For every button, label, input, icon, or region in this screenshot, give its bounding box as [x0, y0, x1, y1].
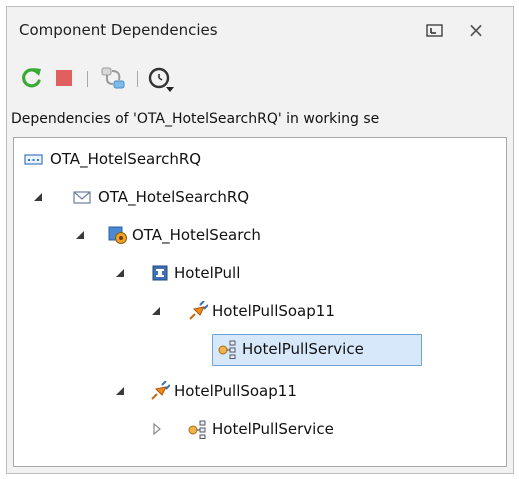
panel-title: Component Dependencies [19, 21, 218, 39]
tree-item-label: OTA_HotelSearchRQ [98, 188, 250, 206]
refresh-button[interactable] [19, 65, 45, 91]
toolbar-separator [87, 71, 88, 87]
history-dropdown-icon [148, 67, 174, 92]
tree-item-label: HotelPullService [242, 340, 364, 358]
dependencies-context-label: Dependencies of 'OTA_HotelSearchRQ' in w… [11, 111, 380, 127]
expanded-arrow-icon[interactable] [114, 376, 128, 406]
tree-item-selected[interactable]: HotelPullService [218, 334, 364, 364]
tree-item-label: OTA_HotelSearch [132, 226, 261, 244]
minimize-icon [426, 24, 443, 37]
close-button[interactable]: × [465, 17, 487, 43]
expanded-arrow-icon[interactable] [114, 258, 128, 288]
panel-toolbar [7, 53, 513, 103]
history-dropdown-button[interactable] [147, 65, 181, 92]
tree-item[interactable]: HotelPull [114, 258, 240, 288]
stop-icon [56, 70, 72, 86]
expanded-arrow-icon[interactable] [32, 182, 46, 212]
refresh-icon [22, 68, 41, 88]
operation-icon [108, 225, 128, 245]
tree-item-label: HotelPullSoap11 [174, 382, 297, 400]
message-icon [72, 187, 92, 207]
service-icon [188, 419, 208, 439]
binding-icon [188, 300, 209, 321]
link-dependency-icon [101, 67, 125, 89]
service-icon [218, 339, 238, 359]
tree-item[interactable]: HotelPullService [150, 414, 334, 444]
expanded-arrow-icon[interactable] [74, 220, 88, 250]
collapsed-arrow-icon[interactable] [150, 414, 164, 444]
tree-item[interactable]: HotelPullSoap11 [114, 376, 297, 406]
tree-item-label: OTA_HotelSearchRQ [50, 150, 202, 168]
tree-item[interactable]: OTA_HotelSearchRQ [32, 182, 249, 212]
tree-item-label: HotelPullSoap11 [212, 302, 335, 320]
binding-icon [150, 380, 171, 401]
tree-item-label: HotelPullService [212, 420, 334, 438]
tree-item[interactable]: HotelPullSoap11 [150, 296, 335, 326]
toolbar-separator-2 [137, 71, 138, 87]
component-dependencies-panel: Component Dependencies × Dependencies of… [6, 6, 514, 474]
interface-icon [150, 263, 170, 283]
tree-item-label: HotelPull [174, 264, 241, 282]
stop-button[interactable] [51, 65, 77, 91]
expanded-arrow-icon[interactable] [150, 296, 164, 326]
panel-titlebar: Component Dependencies × [7, 7, 513, 53]
tree-item[interactable]: OTA_HotelSearch [74, 220, 261, 250]
tree-item[interactable]: OTA_HotelSearchRQ [24, 144, 201, 174]
dependency-tree[interactable]: OTA_HotelSearchRQ OTA_HotelSearchRQ OTA_… [13, 137, 507, 467]
minimize-button[interactable] [425, 23, 445, 39]
show-dependencies-button[interactable] [99, 65, 125, 91]
element-icon [24, 149, 44, 169]
